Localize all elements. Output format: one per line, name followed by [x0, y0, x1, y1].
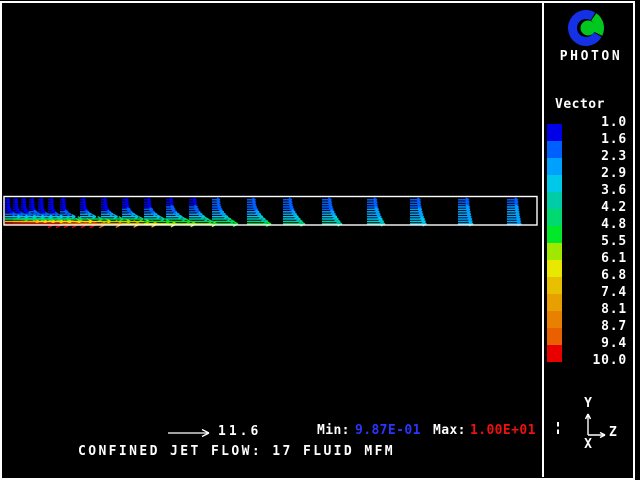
legend-label: 3.6: [560, 182, 627, 199]
legend-label: 8.7: [560, 318, 627, 335]
sidebar-divider: [542, 2, 544, 477]
legend-title: Vector: [555, 97, 605, 112]
max-label: Max:: [433, 423, 466, 438]
legend-label: 7.4: [560, 284, 627, 301]
legend-label: 8.1: [560, 301, 627, 318]
legend-label: 9.4: [560, 335, 627, 352]
scale-arrow-value: 11.6: [218, 424, 261, 439]
min-value: 9.87E-01: [355, 423, 421, 438]
photon-logo-icon: [564, 6, 608, 50]
max-value: 1.00E+01: [470, 423, 536, 438]
axis-triad-icon: [557, 414, 605, 438]
axis-label-z: Z: [609, 425, 617, 440]
axis-label-x: X: [581, 437, 595, 452]
legend-label: 4.2: [560, 199, 627, 216]
vector-field-plot: [0, 0, 640, 480]
legend-label: 2.9: [560, 165, 627, 182]
legend-label: 6.8: [560, 267, 627, 284]
min-label: Min:: [317, 423, 350, 438]
photon-viewport: CONFINED JET FLOW: 17 FLUID MFM 11.6 Min…: [0, 0, 640, 480]
axis-label-y: Y: [581, 396, 595, 411]
legend-label: 10.0: [560, 352, 627, 369]
scale-reference-arrow: [168, 430, 209, 437]
legend-label: 4.8: [560, 216, 627, 233]
legend-label: 5.5: [560, 233, 627, 250]
photon-wordmark: PHOTON: [544, 49, 638, 64]
legend-label: 2.3: [560, 148, 627, 165]
velocity-vectors: [5, 198, 521, 228]
legend-label: 6.1: [560, 250, 627, 267]
legend-label: 1.0: [560, 114, 627, 131]
plot-title: CONFINED JET FLOW: 17 FLUID MFM: [78, 444, 395, 459]
legend-label: 1.6: [560, 131, 627, 148]
